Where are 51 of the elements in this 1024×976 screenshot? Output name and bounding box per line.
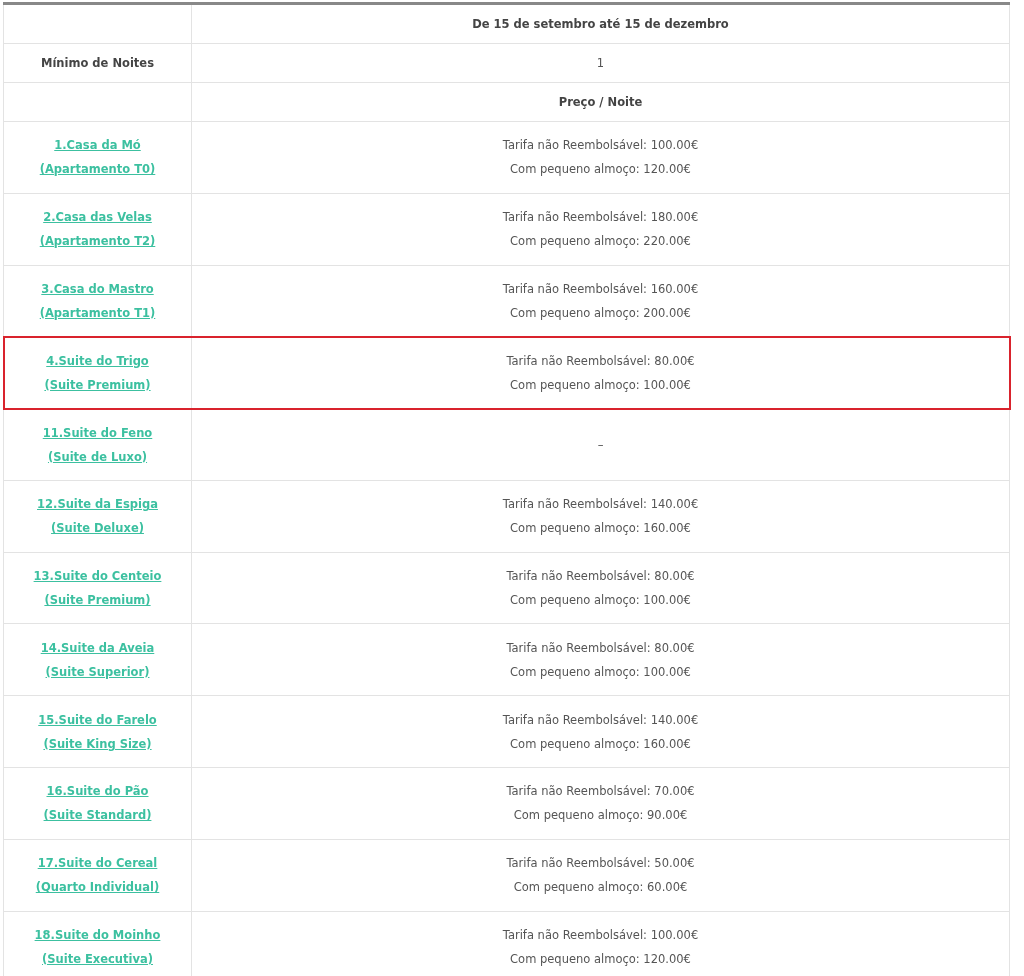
price-text: Tarifa não Reembolsável: 160.00€ <box>502 281 699 296</box>
room-type-link[interactable]: (Suite Superior) <box>45 659 150 684</box>
price-text: Tarifa não Reembolsável: 140.00€ <box>502 497 699 512</box>
price-text: Tarifa não Reembolsável: 100.00€ <box>502 138 699 153</box>
price-text: Com pequeno almoço: 220.00€ <box>510 234 691 249</box>
room-link[interactable]: 3.Casa do Mastro <box>41 276 154 301</box>
room-type-link[interactable]: (Apartamento T0) <box>39 157 156 182</box>
price-text: Com pequeno almoço: 120.00€ <box>510 162 691 177</box>
room-type-link[interactable]: (Quarto Individual) <box>35 875 160 900</box>
room-link[interactable]: 15.Suite do Farelo <box>38 707 157 732</box>
room-type-link[interactable]: (Apartamento T1) <box>39 300 156 325</box>
room-link[interactable]: 16.Suite do Pão <box>46 779 149 804</box>
price-text: Com pequeno almoço: 100.00€ <box>510 664 691 679</box>
price-text: Tarifa não Reembolsável: 80.00€ <box>506 353 695 368</box>
price-text: Tarifa não Reembolsável: 80.00€ <box>506 640 695 655</box>
price-text: – <box>597 437 604 452</box>
price-text: Com pequeno almoço: 160.00€ <box>510 736 691 751</box>
room-link[interactable]: 18.Suite do Moinho <box>34 923 161 947</box>
room-link[interactable]: 13.Suite do Centeio <box>33 564 162 589</box>
room-link[interactable]: 12.Suite da Espiga <box>37 492 158 517</box>
price-text: Com pequeno almoço: 160.00€ <box>510 521 691 536</box>
room-type-link[interactable]: (Suite Premium) <box>44 588 151 613</box>
column-header: De 15 de setembro até 15 de dezembro <box>191 3 1010 44</box>
price-text: Com pequeno almoço: 60.00€ <box>513 880 688 895</box>
room-type-link[interactable]: (Apartamento T2) <box>39 229 156 254</box>
price-text: Tarifa não Reembolsável: 70.00€ <box>506 784 695 799</box>
room-link[interactable]: 11.Suite do Feno <box>42 420 153 445</box>
price-text: Tarifa não Reembolsável: 140.00€ <box>502 712 699 727</box>
column-header: Preço / Noite <box>191 82 1010 122</box>
room-type-link[interactable]: (Suite Standard) <box>43 803 152 828</box>
price-text: Tarifa não Reembolsável: 80.00€ <box>506 569 695 584</box>
room-type-link[interactable]: (Suite Executiva) <box>42 947 153 971</box>
row-header: Mínimo de Noites <box>3 43 192 83</box>
room-link[interactable]: 2.Casa das Velas <box>43 205 152 230</box>
table-cell: 1 <box>191 43 1010 83</box>
room-link[interactable]: 4.Suite do Trigo <box>46 348 149 373</box>
room-type-link[interactable]: (Suite Premium) <box>44 372 151 397</box>
room-type-link[interactable]: (Suite de Luxo) <box>47 444 148 469</box>
price-text: Com pequeno almoço: 100.00€ <box>510 377 691 392</box>
room-link[interactable]: 17.Suite do Cereal <box>37 851 158 876</box>
price-text: Tarifa não Reembolsável: 180.00€ <box>502 210 699 225</box>
price-text: Tarifa não Reembolsável: 100.00€ <box>502 928 699 942</box>
price-text: Tarifa não Reembolsável: 50.00€ <box>506 856 695 871</box>
price-text: Com pequeno almoço: 100.00€ <box>510 593 691 608</box>
price-text: Com pequeno almoço: 200.00€ <box>510 305 691 320</box>
price-text: Com pequeno almoço: 90.00€ <box>513 808 688 823</box>
price-text: Com pequeno almoço: 120.00€ <box>510 952 691 966</box>
room-link[interactable]: 14.Suite da Aveia <box>40 635 155 660</box>
room-type-link[interactable]: (Suite Deluxe) <box>51 516 144 541</box>
room-type-link[interactable]: (Suite King Size) <box>43 731 152 756</box>
room-link[interactable]: 1.Casa da Mó <box>54 133 141 158</box>
